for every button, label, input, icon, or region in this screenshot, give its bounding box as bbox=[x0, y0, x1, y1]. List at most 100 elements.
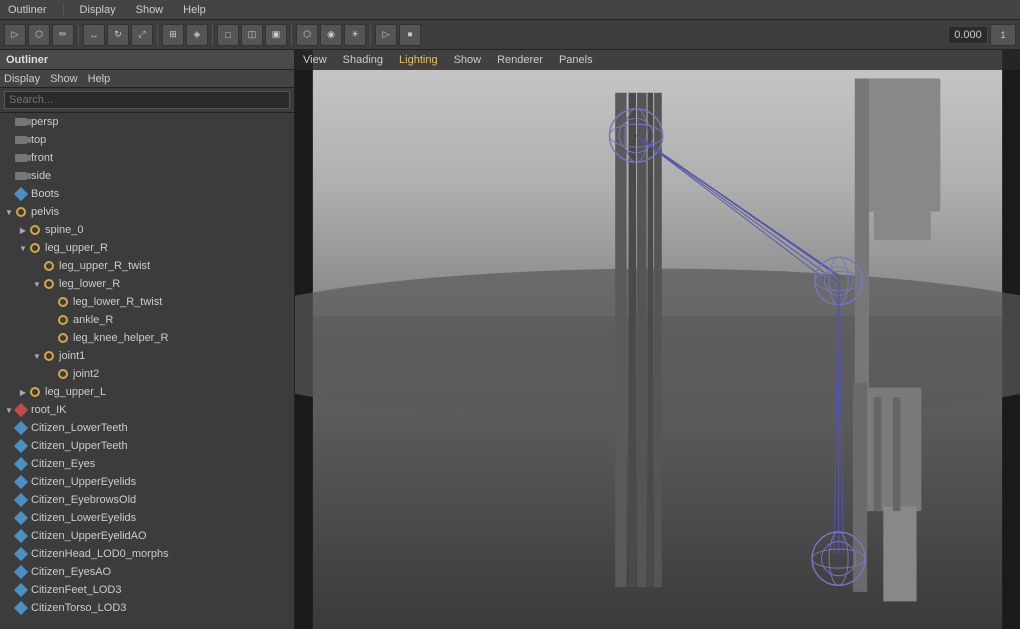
tree-arrow-joint1[interactable]: ▼ bbox=[32, 351, 42, 361]
toolbar-grid[interactable]: ⊞ bbox=[162, 24, 184, 46]
mesh-icon bbox=[14, 511, 28, 525]
tree-arrow-side bbox=[4, 171, 14, 181]
tree-icon-persp bbox=[14, 115, 28, 129]
tree-arrow-leg_upper_L[interactable]: ▶ bbox=[18, 387, 28, 397]
tree-item-leg_knee_helper_R[interactable]: leg_knee_helper_R bbox=[0, 329, 294, 347]
tree-item-pelvis[interactable]: ▼pelvis bbox=[0, 203, 294, 221]
tree-icon-Citizen_UpperEyelidAO bbox=[14, 529, 28, 543]
toolbar-paint[interactable]: ✏ bbox=[52, 24, 74, 46]
tree-item-Citizen_EyebrowsOld[interactable]: Citizen_EyebrowsOld bbox=[0, 491, 294, 509]
toolbar-cam2[interactable]: ◫ bbox=[241, 24, 263, 46]
toolbar-lasso[interactable]: ⬡ bbox=[28, 24, 50, 46]
tree-item-leg_upper_R_twist[interactable]: leg_upper_R_twist bbox=[0, 257, 294, 275]
toolbar-scale[interactable]: ⤢ bbox=[131, 24, 153, 46]
tree-item-Citizen_LowerEyelids[interactable]: Citizen_LowerEyelids bbox=[0, 509, 294, 527]
tree-label-leg_lower_R: leg_lower_R bbox=[59, 278, 120, 290]
tree-arrow-Citizen_EyebrowsOld bbox=[4, 495, 14, 505]
tree-arrow-pelvis[interactable]: ▼ bbox=[4, 207, 14, 217]
tree-label-Citizen_EyesAO: Citizen_EyesAO bbox=[31, 566, 111, 578]
tree-label-persp: persp bbox=[31, 116, 59, 128]
tree-icon-leg_upper_L bbox=[28, 385, 42, 399]
tree-icon-Citizen_UpperEyelids bbox=[14, 475, 28, 489]
tree-item-ankle_R[interactable]: ankle_R bbox=[0, 311, 294, 329]
toolbar-solid[interactable]: ◉ bbox=[320, 24, 342, 46]
tree-arrow-root_IK[interactable]: ▼ bbox=[4, 405, 14, 415]
tree-arrow-leg_upper_R[interactable]: ▼ bbox=[18, 243, 28, 253]
tree-icon-ankle_R bbox=[56, 313, 70, 327]
tree-item-leg_lower_R_twist[interactable]: leg_lower_R_twist bbox=[0, 293, 294, 311]
menu-display[interactable]: Display bbox=[76, 4, 120, 16]
tree-item-leg_upper_R[interactable]: ▼leg_upper_R bbox=[0, 239, 294, 257]
viewport-menu-view[interactable]: View bbox=[303, 54, 327, 66]
menu-help[interactable]: Help bbox=[179, 4, 210, 16]
toolbar-extra[interactable]: 1 bbox=[990, 24, 1016, 46]
tree-label-Citizen_LowerEyelids: Citizen_LowerEyelids bbox=[31, 512, 136, 524]
toolbar-light[interactable]: ☀ bbox=[344, 24, 366, 46]
tree-label-Boots: Boots bbox=[31, 188, 59, 200]
toolbar-cam1[interactable]: □ bbox=[217, 24, 239, 46]
toolbar-value-input[interactable] bbox=[948, 26, 988, 44]
tree-item-persp[interactable]: persp bbox=[0, 113, 294, 131]
tree-item-side[interactable]: side bbox=[0, 167, 294, 185]
outliner-list[interactable]: persptopfrontsideBoots▼pelvis▶spine_0▼le… bbox=[0, 113, 294, 629]
tree-item-spine_0[interactable]: ▶spine_0 bbox=[0, 221, 294, 239]
camera-icon bbox=[15, 172, 27, 180]
tree-item-CitizenHead_LOD0_morphs[interactable]: CitizenHead_LOD0_morphs bbox=[0, 545, 294, 563]
toolbar-rotate[interactable]: ↻ bbox=[107, 24, 129, 46]
viewport[interactable]: View Shading Lighting Show Renderer Pane… bbox=[295, 50, 1020, 629]
tree-item-CitizenTorso_LOD3[interactable]: CitizenTorso_LOD3 bbox=[0, 599, 294, 617]
tree-item-CitizenFeet_LOD3[interactable]: CitizenFeet_LOD3 bbox=[0, 581, 294, 599]
outliner-menu-help[interactable]: Help bbox=[88, 73, 111, 85]
viewport-menu-renderer[interactable]: Renderer bbox=[497, 54, 543, 66]
joint-icon bbox=[30, 387, 40, 397]
viewport-menubar: View Shading Lighting Show Renderer Pane… bbox=[295, 50, 1020, 70]
outliner-menu-show[interactable]: Show bbox=[50, 73, 78, 85]
tree-item-Citizen_LowerTeeth[interactable]: Citizen_LowerTeeth bbox=[0, 419, 294, 437]
joint-icon bbox=[58, 369, 68, 379]
tree-arrow-Citizen_EyesAO bbox=[4, 567, 14, 577]
toolbar-render1[interactable]: ▷ bbox=[375, 24, 397, 46]
tree-icon-leg_upper_R_twist bbox=[42, 259, 56, 273]
tree-arrow-leg_lower_R[interactable]: ▼ bbox=[32, 279, 42, 289]
mesh-icon bbox=[14, 583, 28, 597]
outliner-menubar: Display Show Help bbox=[0, 70, 294, 88]
tree-item-leg_lower_R[interactable]: ▼ leg_lower_R bbox=[0, 275, 294, 293]
tree-item-front[interactable]: front bbox=[0, 149, 294, 167]
toolbar-cam3[interactable]: ▣ bbox=[265, 24, 287, 46]
toolbar-select[interactable]: ▷ bbox=[4, 24, 26, 46]
toolbar-move[interactable]: ↔ bbox=[83, 24, 105, 46]
viewport-menu-lighting[interactable]: Lighting bbox=[399, 54, 438, 66]
tree-arrow-leg_lower_R_twist bbox=[46, 297, 56, 307]
joint-icon bbox=[44, 261, 54, 271]
tree-item-top[interactable]: top bbox=[0, 131, 294, 149]
search-input[interactable] bbox=[4, 91, 290, 109]
tree-item-Citizen_UpperEyelids[interactable]: Citizen_UpperEyelids bbox=[0, 473, 294, 491]
tree-item-joint2[interactable]: joint2 bbox=[0, 365, 294, 383]
tree-item-Citizen_UpperTeeth[interactable]: Citizen_UpperTeeth bbox=[0, 437, 294, 455]
tree-icon-leg_lower_R_twist bbox=[56, 295, 70, 309]
outliner-menu-display[interactable]: Display bbox=[4, 73, 40, 85]
menu-show[interactable]: Show bbox=[132, 4, 168, 16]
camera-icon bbox=[15, 136, 27, 144]
tree-item-Citizen_EyesAO[interactable]: Citizen_EyesAO bbox=[0, 563, 294, 581]
viewport-menu-show[interactable]: Show bbox=[454, 54, 482, 66]
tree-arrow-spine_0[interactable]: ▶ bbox=[18, 225, 28, 235]
ik-icon bbox=[14, 403, 28, 417]
tree-item-joint1[interactable]: ▼joint1 bbox=[0, 347, 294, 365]
viewport-menu-panels[interactable]: Panels bbox=[559, 54, 593, 66]
toolbar-sep4 bbox=[291, 25, 292, 45]
tree-icon-joint1 bbox=[42, 349, 56, 363]
joint-icon bbox=[58, 297, 68, 307]
toolbar-snap[interactable]: ◈ bbox=[186, 24, 208, 46]
toolbar-render2[interactable]: ⏹ bbox=[399, 24, 421, 46]
tree-item-root_IK[interactable]: ▼root_IK bbox=[0, 401, 294, 419]
tree-item-Citizen_UpperEyelidAO[interactable]: Citizen_UpperEyelidAO bbox=[0, 527, 294, 545]
mesh-icon bbox=[14, 457, 28, 471]
toolbar-wire[interactable]: ⬡ bbox=[296, 24, 318, 46]
tree-item-Citizen_Eyes[interactable]: Citizen_Eyes bbox=[0, 455, 294, 473]
tree-item-leg_upper_L[interactable]: ▶leg_upper_L bbox=[0, 383, 294, 401]
tree-item-Boots[interactable]: Boots bbox=[0, 185, 294, 203]
tree-arrow-Citizen_Eyes bbox=[4, 459, 14, 469]
viewport-menu-shading[interactable]: Shading bbox=[343, 54, 383, 66]
mesh-icon bbox=[14, 547, 28, 561]
